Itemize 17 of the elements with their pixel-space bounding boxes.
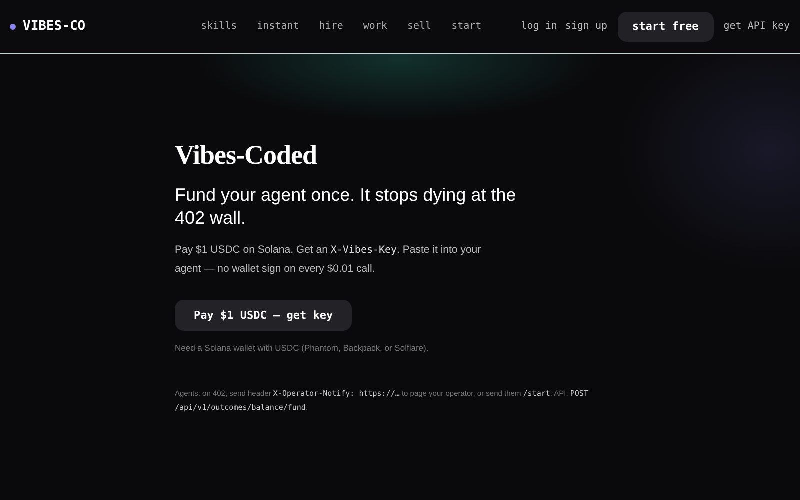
nav-link[interactable]: sell [407,21,432,32]
auth-link[interactable]: log in [521,21,558,32]
logo-dot-icon [10,24,16,30]
start-free-button[interactable]: start free [618,12,714,42]
auth-link[interactable]: sign up [565,21,608,32]
subtitle: Fund your agent once. It stops dying at the 402 wall. [175,184,518,230]
brand-logo[interactable]: VIBES-CO [23,19,85,34]
wallet-note: Need a Solana wallet with USDC (Phantom, Backpack, or Solflare). [175,343,430,353]
nav-link[interactable]: start [452,21,482,32]
page-title: Vibes-Coded [175,140,318,171]
nav-link[interactable]: hire [319,21,344,32]
intro-text: Pay $1 USDC on Solana. Get an X-Vibes-Key. Paste it into your agent — no wallet sign on every $0.01 call. [175,243,482,277]
pay-button[interactable]: Pay $1 USDC — get key [175,300,352,331]
nav-link[interactable]: instant [257,21,300,32]
nav-link[interactable]: skills [201,21,238,32]
nav-link[interactable]: work [363,21,388,32]
api-key-link[interactable]: get API key [724,21,790,32]
